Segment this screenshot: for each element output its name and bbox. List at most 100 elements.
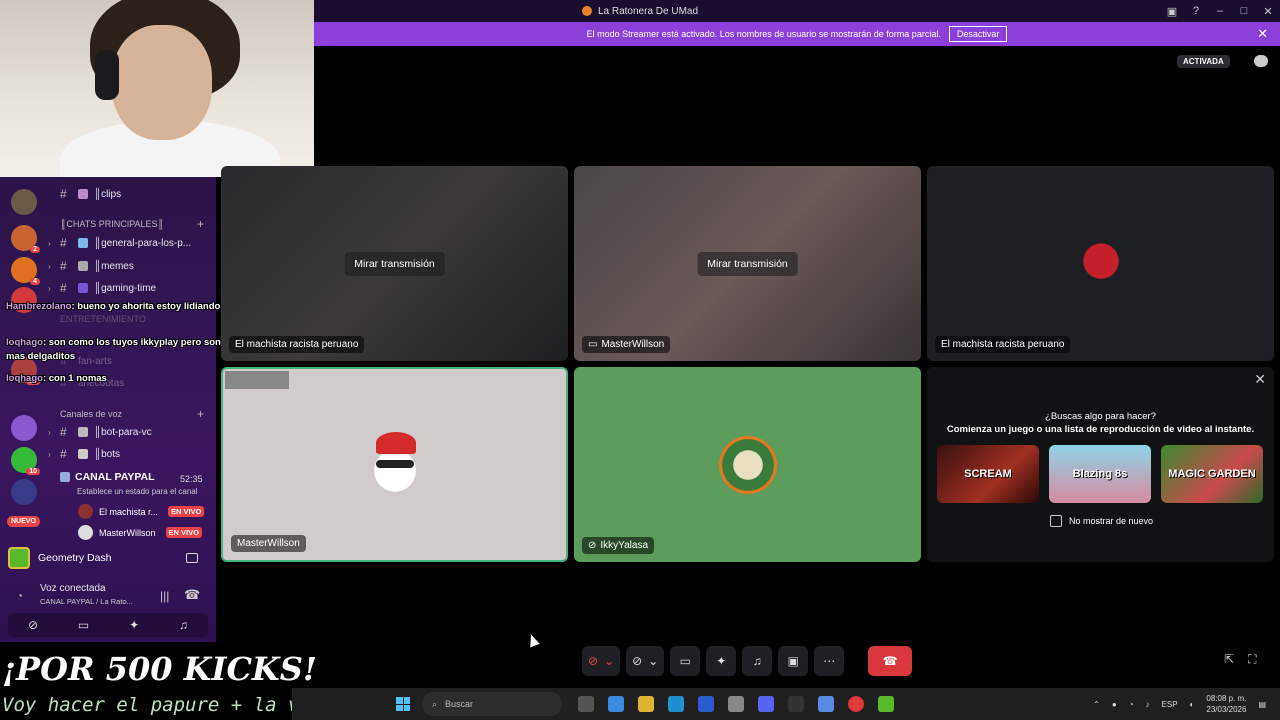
app-icon[interactable] xyxy=(788,696,804,712)
chevron-up-icon[interactable]: ⌃ xyxy=(1093,700,1100,709)
watch-stream-button[interactable]: Mirar transmisión xyxy=(697,251,798,276)
file-explorer-icon[interactable] xyxy=(638,696,654,712)
more-button[interactable]: ⋯ xyxy=(814,646,845,676)
edge-icon[interactable] xyxy=(668,696,684,712)
channel-gaming-time[interactable]: # ║gaming-time xyxy=(60,279,156,297)
activities-button[interactable]: ✦ xyxy=(706,646,737,676)
signal-icon[interactable]: ◔ xyxy=(16,589,30,603)
streamer-mode-banner: El modo Streamer está activado. Los nomb… xyxy=(314,22,1280,46)
server-icon[interactable]: 2 xyxy=(11,225,40,253)
opera-icon[interactable] xyxy=(848,696,864,712)
activity-status[interactable]: Geometry Dash xyxy=(8,545,208,571)
category-chats[interactable]: ║CHATS PRINCIPALES║ xyxy=(60,219,164,229)
game-card-scream[interactable]: SCREAM xyxy=(937,445,1039,503)
disconnect-icon[interactable]: ☎ xyxy=(184,587,200,603)
channel-memes[interactable]: # ║memes xyxy=(60,257,134,275)
clock[interactable]: 08:08 p. m. 23/03/2026 xyxy=(1206,693,1246,715)
stream-tile[interactable]: Mirar transmisión El machista racista pe… xyxy=(221,166,568,361)
wifi-icon[interactable]: ◔ xyxy=(1129,700,1134,709)
maximize-button[interactable]: □ xyxy=(1232,5,1256,17)
system-tray: ⌃ ● ◔ ♪ ESP ◐ 08:08 p. m. 23/03/2026 ▤ xyxy=(1093,688,1266,720)
microphone-button[interactable]: ⊘ ⌄ xyxy=(582,646,621,676)
deactivate-button[interactable]: Desactivar xyxy=(948,26,1008,42)
volume-icon[interactable]: ◐ xyxy=(1190,700,1195,709)
game-card-magic-garden[interactable]: MAGIC GARDEN xyxy=(1161,445,1263,503)
fullscreen-icon[interactable]: ⛶ xyxy=(1248,652,1256,667)
channel-general[interactable]: # ║general-para-los-p... xyxy=(60,234,191,252)
soundboard-icon[interactable]: ♫ xyxy=(179,618,188,632)
watch-stream-button[interactable]: Mirar transmisión xyxy=(344,251,445,276)
monitor-icon[interactable] xyxy=(186,553,198,563)
streamer-status-badge[interactable]: ACTIVADA xyxy=(1177,55,1230,68)
inbox-icon[interactable]: ▣ xyxy=(1160,5,1184,18)
server-icon[interactable] xyxy=(11,189,37,215)
language-indicator[interactable]: ESP xyxy=(1162,700,1178,709)
tray-app-icon[interactable]: ● xyxy=(1112,700,1117,709)
soundboard-button[interactable]: ♫ xyxy=(742,646,773,676)
minimize-button[interactable]: – xyxy=(1208,5,1232,17)
banner-close-icon[interactable]: ✕ xyxy=(1257,26,1268,42)
store-icon[interactable] xyxy=(698,696,714,712)
taskbar-search[interactable]: ⌕ Buscar xyxy=(422,692,562,716)
server-icon[interactable]: 10 xyxy=(11,447,40,475)
channel-bots[interactable]: # ║bots xyxy=(60,445,120,463)
channel-bot-para-vc[interactable]: # ║bot-para-vc xyxy=(60,423,152,441)
stream-tile[interactable]: Mirar transmisión ▭ MasterWillson xyxy=(574,166,921,361)
game-card-blazing[interactable]: Blazing 8s xyxy=(1049,445,1151,503)
gift-button[interactable]: ▣ xyxy=(778,646,809,676)
dont-show-label[interactable]: No mostrar de nuevo xyxy=(1069,516,1153,526)
participant-tile[interactable]: ⊘ IkkyYalasa xyxy=(574,367,921,562)
close-icon[interactable]: ✕ xyxy=(1254,371,1266,388)
voice-channel[interactable]: CANAL PAYPAL xyxy=(60,471,155,483)
chat-icon[interactable] xyxy=(1254,55,1268,67)
share-screen-button[interactable]: ▭ xyxy=(670,646,701,676)
participant-tile[interactable]: MasterWillson xyxy=(221,367,568,562)
category-entretenimiento[interactable]: ENTRETENIMIENTO xyxy=(60,314,146,324)
voice-connected-sub[interactable]: CANAL PAYPAL / La Rato... xyxy=(40,597,133,606)
notification-icon[interactable]: ▤ xyxy=(1258,700,1266,709)
dont-show-checkbox[interactable] xyxy=(1050,515,1062,527)
camera-off-icon[interactable]: ⊘ xyxy=(28,618,38,632)
mic-icon[interactable]: ♪ xyxy=(1146,700,1150,709)
taskbar: ⌕ Buscar ⌃ ● ◔ ♪ ESP ◐ 08:08 p. m. 23/03/… xyxy=(292,688,1280,720)
category-voz[interactable]: Canales de voz xyxy=(60,409,122,419)
add-channel-icon[interactable]: + xyxy=(197,407,204,421)
app-icon[interactable] xyxy=(728,696,744,712)
help-icon[interactable]: ? xyxy=(1184,5,1208,17)
avatar xyxy=(718,435,777,494)
chevron-down-icon[interactable]: ⌄ xyxy=(648,654,658,668)
voice-connected-label: Voz conectada xyxy=(40,583,106,594)
channel-clips[interactable]: # ║clips xyxy=(60,185,121,203)
hash-icon: # xyxy=(60,447,67,461)
geometry-dash-icon[interactable] xyxy=(878,696,894,712)
noise-suppression-icon[interactable]: ||| xyxy=(160,589,169,603)
discord-icon[interactable] xyxy=(758,696,774,712)
server-icon[interactable] xyxy=(11,415,37,441)
app-icon[interactable] xyxy=(818,696,834,712)
voice-connected-panel: ◔ Voz conectada CANAL PAYPAL / La Rato..… xyxy=(8,579,208,613)
disconnect-button[interactable]: ☎ xyxy=(868,646,913,676)
popout-icon[interactable]: ⇱ xyxy=(1224,652,1234,667)
add-channel-icon[interactable]: + xyxy=(197,217,204,231)
chevron-down-icon[interactable]: ⌄ xyxy=(604,654,614,668)
server-icon[interactable]: 4 xyxy=(11,257,40,285)
channel-label: ║bot-para-vc xyxy=(94,426,152,438)
participant-name: MasterWillson xyxy=(231,535,306,552)
avatar xyxy=(78,525,93,540)
chevron-right-icon: › xyxy=(48,239,51,248)
windows-start-icon[interactable] xyxy=(396,697,410,711)
screen-share-icon[interactable]: ▭ xyxy=(78,618,89,632)
more-icon: ⋯ xyxy=(823,654,836,668)
copilot-icon[interactable] xyxy=(608,696,624,712)
chat-text: con 1 nomas xyxy=(48,373,107,384)
close-button[interactable]: ✕ xyxy=(1256,5,1280,18)
call-controls: ⊘ ⌄ ⊘ ⌄ ▭ ✦ ♫ ▣ ⋯ ☎ xyxy=(582,645,913,677)
voice-user[interactable]: El machista r... EN VIVO xyxy=(78,504,205,519)
discover-icon[interactable] xyxy=(11,479,37,505)
voice-user[interactable]: MasterWillson EN VIVO xyxy=(78,525,202,540)
voice-status-prompt[interactable]: Establece un estado para el canal xyxy=(77,487,198,496)
camera-button[interactable]: ⊘ ⌄ xyxy=(626,646,665,676)
task-view-icon[interactable] xyxy=(578,696,594,712)
participant-tile[interactable]: El machista racista peruano xyxy=(927,166,1274,361)
activities-icon[interactable]: ✦ xyxy=(129,618,139,632)
